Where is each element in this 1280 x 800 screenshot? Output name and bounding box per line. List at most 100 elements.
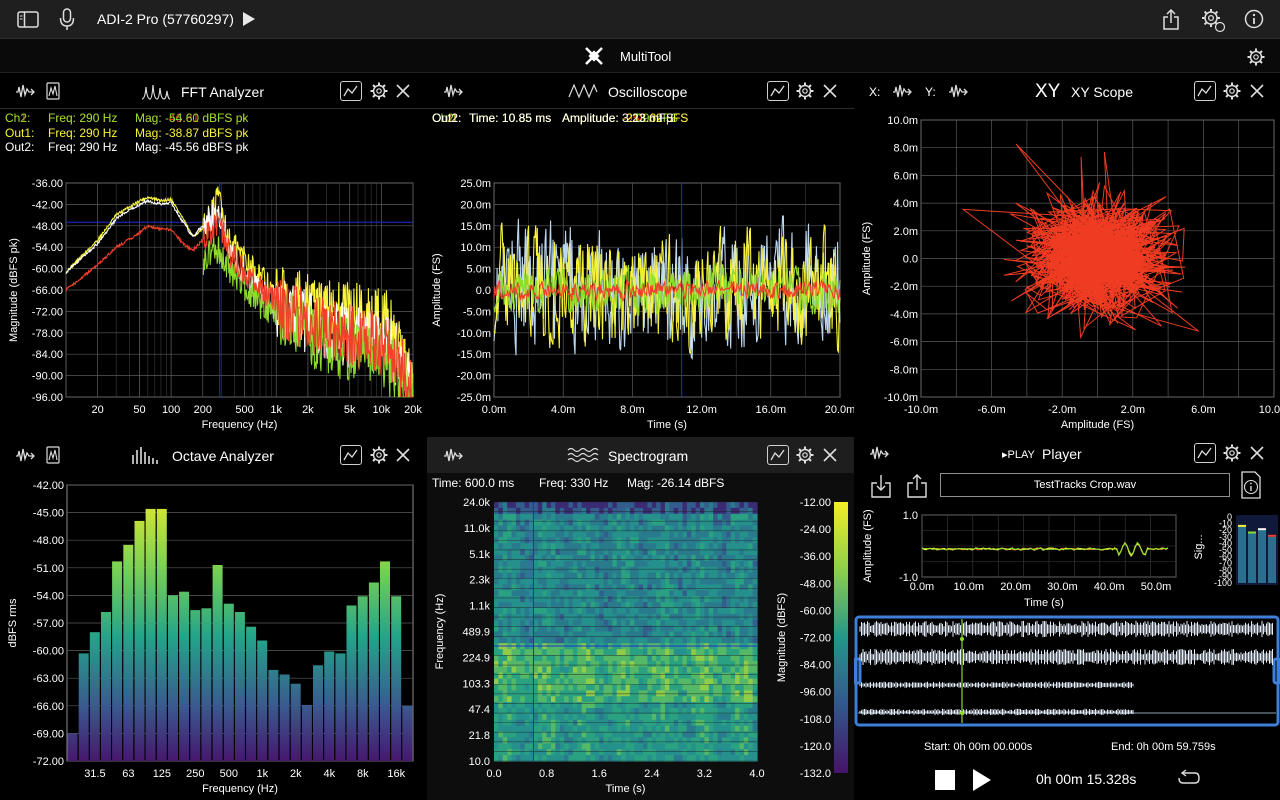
spectrogram-cell [634,631,640,638]
spectrogram-cell [660,513,666,521]
spectrogram-cell [651,660,657,668]
multitool-settings-icon[interactable] [1246,47,1266,67]
spectrogram-cell [669,649,675,656]
spectrogram-cell [686,643,692,650]
sidebar-icon[interactable] [17,11,39,28]
spectrogram-cell [704,631,710,638]
spectrogram-cell [577,743,583,750]
spectrogram-cell [524,749,530,756]
device-settings-icon[interactable] [1200,7,1226,33]
spectrogram-cell [586,572,592,580]
spectrogram-cell [586,631,592,638]
octave-chart[interactable]: -42.00-45.00-48.00-51.00-54.00-57.00-60.… [0,437,427,800]
spectrogram-cell [629,749,635,756]
spectrogram-chart[interactable]: 24.0k11.0k5.1k2.3k1.1k489.9224.9103.347.… [427,437,854,800]
spectrogram-cell [550,607,556,615]
spectrogram-cell [629,666,635,674]
device-title[interactable]: ADI-2 Pro (57760297) [97,11,234,27]
spectrogram-cell [634,572,640,580]
spectrogram-cell [643,502,649,509]
spectrogram-cell [498,560,504,568]
level-meter-tick: -100 [1214,578,1232,588]
spectrogram-cell [669,737,675,744]
spectrogram-cell [498,566,504,574]
spectrogram-cell [748,566,754,574]
oscilloscope-chart[interactable]: 25.0m20.0m15.0m10.0m5.0m0.0-5.0m-10.0m-1… [427,73,854,435]
spectrogram-cell [581,607,587,615]
spectrogram-cell [559,749,565,756]
spectrogram-cell [691,578,697,586]
spectrogram-cell [682,755,688,762]
spectrogram-cell [616,543,622,550]
spectrogram-cell [520,708,526,715]
spectrogram-cell [515,531,521,538]
spectrogram-cell [748,590,754,597]
spectrogram-cell [498,590,504,597]
spectrogram-cell [537,637,543,644]
spectrogram-cell [515,737,521,744]
spectrogram-cell [590,619,596,627]
spectrogram-cell [682,672,688,680]
spectrogram-cell [533,584,539,591]
spectrogram-cell [730,584,736,591]
spectrogram-cell [546,731,552,739]
spectrogram-cell [625,702,631,709]
spectrogram-cell [669,672,675,680]
spectrogram-cell [717,637,723,644]
spectrogram-cell [564,649,570,656]
spectrogram-cell [735,631,741,638]
spectrogram-cell [717,507,723,515]
info-icon[interactable] [1244,9,1264,29]
spectrogram-cell [726,708,732,715]
share-icon[interactable] [1162,9,1180,31]
spectrogram-cell [494,507,499,515]
spectrogram-cell [748,531,754,538]
spectrogram-cell [625,713,631,721]
spectrogram-cell [550,702,556,709]
microphone-icon[interactable] [59,8,75,32]
spectrogram-cell [559,737,565,744]
spectrogram-cell [498,743,504,750]
spectrogram-cell [572,696,578,703]
spectrogram-cell [612,702,618,709]
spectrogram-cell [559,702,565,709]
spectrogram-cell [612,584,618,591]
spectrogram-cell [542,737,548,744]
spectrogram-cell [546,643,552,650]
spectrogram-cell [634,725,640,733]
spectrogram-cell [721,566,727,574]
octave-bar [179,591,190,761]
spectrogram-cell [721,513,727,521]
spectrogram-cell [577,655,583,662]
fft-chart[interactable]: -36.00-42.00-48.00-54.00-60.00-66.00-72.… [0,73,427,435]
spectrogram-cell [572,660,578,668]
spectrogram-cell [686,755,692,762]
play-icon[interactable] [242,11,256,27]
octave-bar [201,608,212,761]
spectrogram-cell [507,737,513,744]
spectrogram-cell [739,607,745,615]
player-chart[interactable]: 1.0-1.00.0m 10.0m 20.0m 30.0m 40.0m 50.0mTime… [854,437,1280,800]
xy-scope-chart[interactable]: 10.0m8.0m6.0m4.0m2.0m0.0-2.0m-4.0m-6.0m-… [854,73,1280,435]
octave-bar [112,561,123,761]
spectrogram-cell [564,660,570,668]
spectrogram-cell [638,519,644,527]
spectrogram-cell [708,619,714,627]
spectrogram-cell [686,631,692,638]
spectrogram-cell [669,531,675,538]
spectrogram-cell [515,554,521,562]
octave-bar [313,665,323,761]
spectrogram-cell [542,702,548,709]
spectrogram-cell [590,560,596,568]
octave-x-tick: 250 [186,768,204,780]
spectrogram-cell [524,572,530,580]
spectrogram-cell [656,737,662,744]
spectrogram-cell [682,702,688,709]
spectrogram-cell [550,749,556,756]
spectrogram-cell [590,566,596,574]
spectrogram-cell [678,660,684,668]
spectrogram-cell [735,619,741,627]
spectrogram-x-tick: 0.0 [486,768,501,780]
spectrogram-cell [577,543,583,550]
spectrogram-cell [739,731,745,739]
